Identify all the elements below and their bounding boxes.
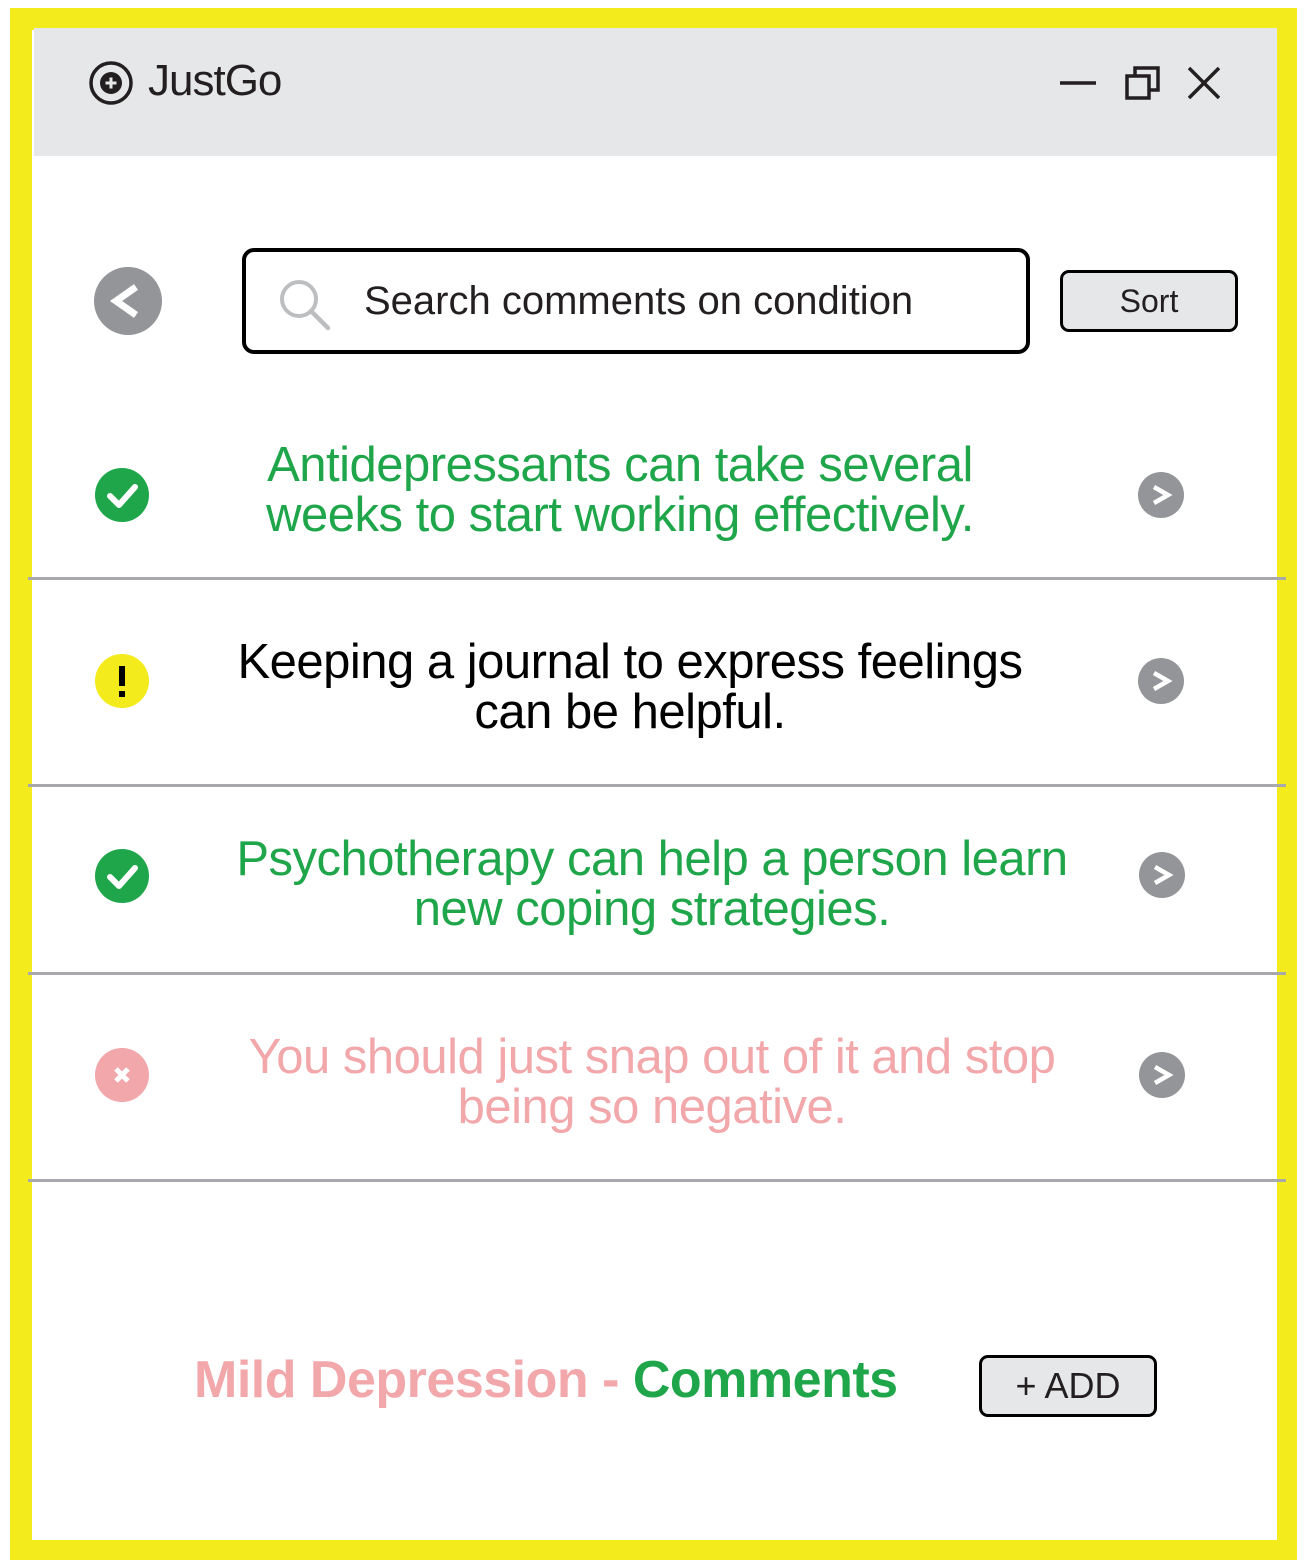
minimize-icon[interactable] — [1058, 63, 1098, 103]
restore-icon[interactable] — [1123, 63, 1163, 103]
comment-text: Keeping a journal to express feelings ca… — [237, 635, 1023, 739]
search-box[interactable] — [242, 248, 1030, 354]
comment-text: You should just snap out of it and stop … — [248, 1030, 1056, 1134]
close-icon[interactable] — [1184, 63, 1224, 103]
section-label: Comments — [632, 1351, 898, 1409]
chevron-right-icon[interactable] — [1138, 658, 1184, 704]
x-circle-icon — [95, 1048, 149, 1102]
exclamation-circle-icon — [95, 654, 149, 708]
title-separator: - — [588, 1351, 633, 1409]
section-title: Mild Depression - Comments — [194, 1350, 898, 1410]
target-logo-icon — [89, 61, 133, 105]
app-title: JustGo — [148, 56, 282, 105]
chevron-right-icon[interactable] — [1138, 472, 1184, 518]
search-icon — [280, 280, 331, 331]
back-arrow-icon — [109, 284, 139, 318]
add-comment-button[interactable]: + ADD — [979, 1355, 1157, 1417]
check-circle-icon — [95, 468, 149, 522]
chevron-right-icon[interactable] — [1139, 852, 1185, 898]
chevron-right-icon[interactable] — [1139, 1052, 1185, 1098]
search-input[interactable] — [364, 272, 1004, 330]
row-divider — [28, 1179, 1286, 1182]
sort-button[interactable]: Sort — [1060, 270, 1238, 332]
condition-name: Mild Depression — [194, 1351, 589, 1409]
back-button[interactable] — [94, 267, 162, 335]
comment-text: Psychotherapy can help a person learn ne… — [236, 832, 1068, 936]
check-circle-icon — [95, 849, 149, 903]
comment-text: Antidepressants can take several weeks t… — [266, 438, 974, 542]
